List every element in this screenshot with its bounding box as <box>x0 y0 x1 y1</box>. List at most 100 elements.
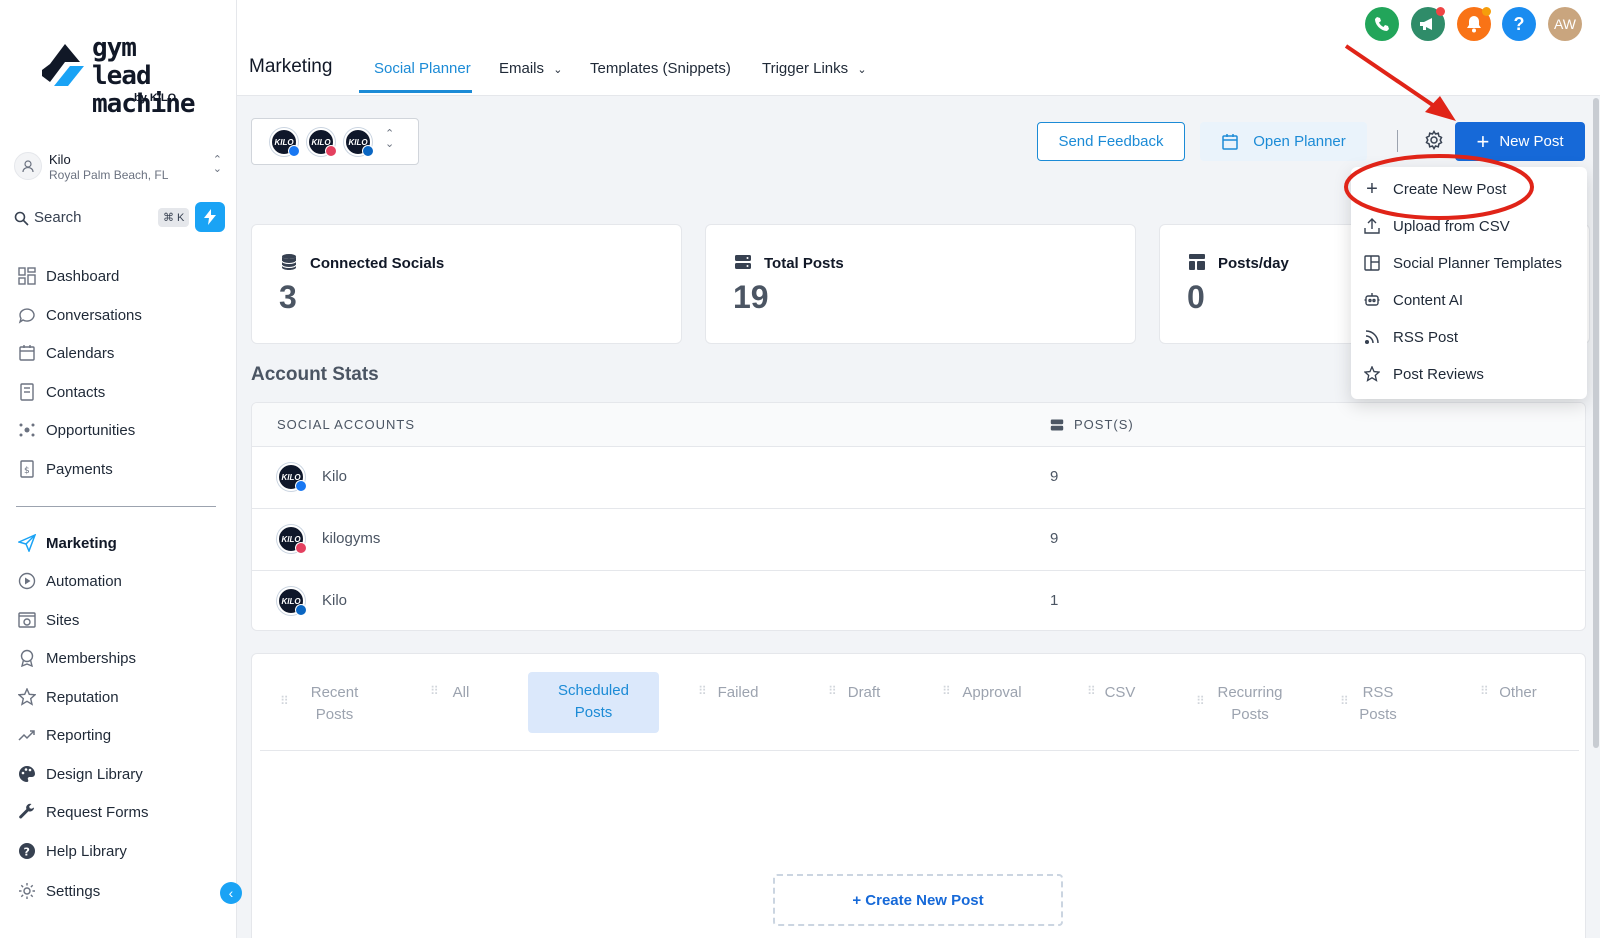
location-switcher[interactable]: Kilo Royal Palm Beach, FL ⌃ ⌄ <box>14 150 226 184</box>
drag-handle-icon[interactable]: ⠿ <box>1340 694 1349 708</box>
post-tab-draft[interactable]: Draft <box>844 682 884 704</box>
post-tab-csv[interactable]: CSV <box>1103 682 1137 704</box>
drag-handle-icon[interactable]: ⠿ <box>1087 684 1096 698</box>
announcements-button[interactable] <box>1411 7 1445 41</box>
post-tab-failed[interactable]: Failed <box>714 682 762 704</box>
tabs-divider <box>260 750 1579 751</box>
sidebar-item-label: Help Library <box>46 842 127 860</box>
tab-line1: Draft <box>847 684 881 701</box>
sidebar-item-calendars[interactable]: Calendars <box>16 341 114 365</box>
sidebar-divider <box>16 506 216 507</box>
post-tab-other[interactable]: Other <box>1496 682 1540 704</box>
notification-dot <box>1482 7 1491 16</box>
menu-item-upload-csv[interactable]: Upload from CSV <box>1363 214 1510 238</box>
notifications-button[interactable] <box>1457 7 1491 41</box>
column-header-posts: POST(S) <box>1074 417 1134 432</box>
toolbar-divider <box>1397 130 1398 152</box>
post-count: 1 <box>1050 592 1059 609</box>
sidebar-item-sites[interactable]: Sites <box>16 608 79 632</box>
post-tab-recurring[interactable]: Recurring Posts <box>1212 682 1288 726</box>
post-tab-approval[interactable]: Approval <box>958 682 1026 704</box>
search-shortcut: ⌘ K <box>158 208 190 227</box>
table-row[interactable]: KILO Kilo 1 <box>252 571 1585 630</box>
user-avatar[interactable]: AW <box>1548 7 1582 41</box>
sidebar-search[interactable]: Search ⌘ K <box>14 202 226 235</box>
post-tab-recent[interactable]: Recent Posts <box>297 682 372 726</box>
post-tab-rss[interactable]: RSS Posts <box>1356 682 1400 726</box>
social-account-selector[interactable]: KILO KILO KILO ⌃ ⌄ <box>251 118 419 165</box>
stat-value: 3 <box>279 279 297 315</box>
menu-item-templates[interactable]: Social Planner Templates <box>1363 251 1562 275</box>
plus-icon: + <box>1476 128 1490 154</box>
sidebar-item-conversations[interactable]: Conversations <box>16 303 142 327</box>
table-row[interactable]: KILO kilogyms 9 <box>252 509 1585 571</box>
sidebar-item-contacts[interactable]: Contacts <box>16 380 105 404</box>
stat-card-connected-socials: Connected Socials 3 <box>251 224 682 344</box>
tab-templates[interactable]: Templates (Snippets) <box>590 60 731 77</box>
sidebar-item-reputation[interactable]: Reputation <box>16 685 119 709</box>
post-tab-scheduled[interactable]: Scheduled Posts <box>528 672 659 733</box>
menu-item-create-new-post[interactable]: + Create New Post <box>1363 177 1506 201</box>
phone-button[interactable] <box>1365 7 1399 41</box>
tab-line1: Other <box>1499 684 1537 701</box>
chevron-down-icon: ⌄ <box>553 64 563 76</box>
dashboard-icon <box>16 265 38 287</box>
sidebar-item-dashboard[interactable]: Dashboard <box>16 264 119 288</box>
drag-handle-icon[interactable]: ⠿ <box>430 684 439 698</box>
sidebar-item-design-library[interactable]: Design Library <box>16 762 143 786</box>
settings-button[interactable] <box>1424 130 1446 152</box>
new-post-button[interactable]: + New Post <box>1455 122 1585 161</box>
help-button[interactable]: ? <box>1502 7 1536 41</box>
sidebar-item-automation[interactable]: Automation <box>16 569 122 593</box>
post-tab-all[interactable]: All <box>446 682 476 704</box>
drag-handle-icon[interactable]: ⠿ <box>1480 684 1489 698</box>
tab-line2: Posts <box>315 706 354 723</box>
sidebar-item-request-forms[interactable]: Request Forms <box>16 800 149 824</box>
tab-emails[interactable]: Emails ⌄ <box>499 60 562 77</box>
menu-item-label: Create New Post <box>1393 180 1507 198</box>
tab-label: Social Planner <box>374 60 471 77</box>
stat-label: Posts/day <box>1218 255 1289 272</box>
sidebar-item-help-library[interactable]: ? Help Library <box>16 839 127 863</box>
menu-item-content-ai[interactable]: Content AI <box>1363 288 1463 312</box>
drag-handle-icon[interactable]: ⠿ <box>828 684 837 698</box>
table-row[interactable]: KILO Kilo 9 <box>252 447 1585 509</box>
question-circle-icon: ? <box>16 840 38 862</box>
top-bar: Marketing Social Planner Emails ⌄ Templa… <box>237 0 1600 96</box>
logo-mark-icon <box>42 44 84 86</box>
menu-item-rss-post[interactable]: RSS Post <box>1363 325 1458 349</box>
sidebar-item-payments[interactable]: $ Payments <box>16 457 113 481</box>
drag-handle-icon[interactable]: ⠿ <box>280 694 289 708</box>
robot-icon <box>1363 291 1381 309</box>
sidebar-item-settings[interactable]: Settings <box>16 879 100 903</box>
template-layout-icon <box>1363 254 1381 272</box>
payments-icon: $ <box>16 458 38 480</box>
quick-action-button[interactable] <box>195 202 225 232</box>
menu-item-post-reviews[interactable]: Post Reviews <box>1363 362 1484 386</box>
sidebar-item-marketing[interactable]: Marketing <box>16 531 117 555</box>
drag-handle-icon[interactable]: ⠿ <box>698 684 707 698</box>
server-stack-icon <box>1050 419 1064 431</box>
send-feedback-button[interactable]: Send Feedback <box>1037 122 1185 161</box>
linkedin-icon <box>295 604 307 616</box>
open-planner-button[interactable]: Open Planner <box>1200 122 1367 161</box>
sidebar-collapse-button[interactable]: ‹ <box>220 882 242 904</box>
brand-logo[interactable]: gym lead machine by KILO <box>40 34 200 118</box>
drag-handle-icon[interactable]: ⠿ <box>942 684 951 698</box>
page-scrollbar[interactable] <box>1593 98 1599 748</box>
tab-trigger-links[interactable]: Trigger Links ⌄ <box>762 60 867 77</box>
create-new-post-button[interactable]: + Create New Post <box>773 874 1063 926</box>
drag-handle-icon[interactable]: ⠿ <box>1196 694 1205 708</box>
account-name: Kilo <box>322 468 348 485</box>
sidebar-item-reporting[interactable]: Reporting <box>16 723 111 747</box>
chevron-down-icon: ⌄ <box>857 64 867 76</box>
tab-social-planner[interactable]: Social Planner <box>374 60 471 77</box>
calendar-icon <box>16 342 38 364</box>
avatar-initials: AW <box>1553 16 1577 32</box>
facebook-icon <box>295 480 307 492</box>
sidebar-item-opportunities[interactable]: Opportunities <box>16 418 135 442</box>
sidebar-item-memberships[interactable]: Memberships <box>16 646 136 670</box>
logo-by: by KILO <box>134 92 177 104</box>
sidebar-item-label: Reporting <box>46 726 112 744</box>
phone-icon <box>1375 17 1389 31</box>
